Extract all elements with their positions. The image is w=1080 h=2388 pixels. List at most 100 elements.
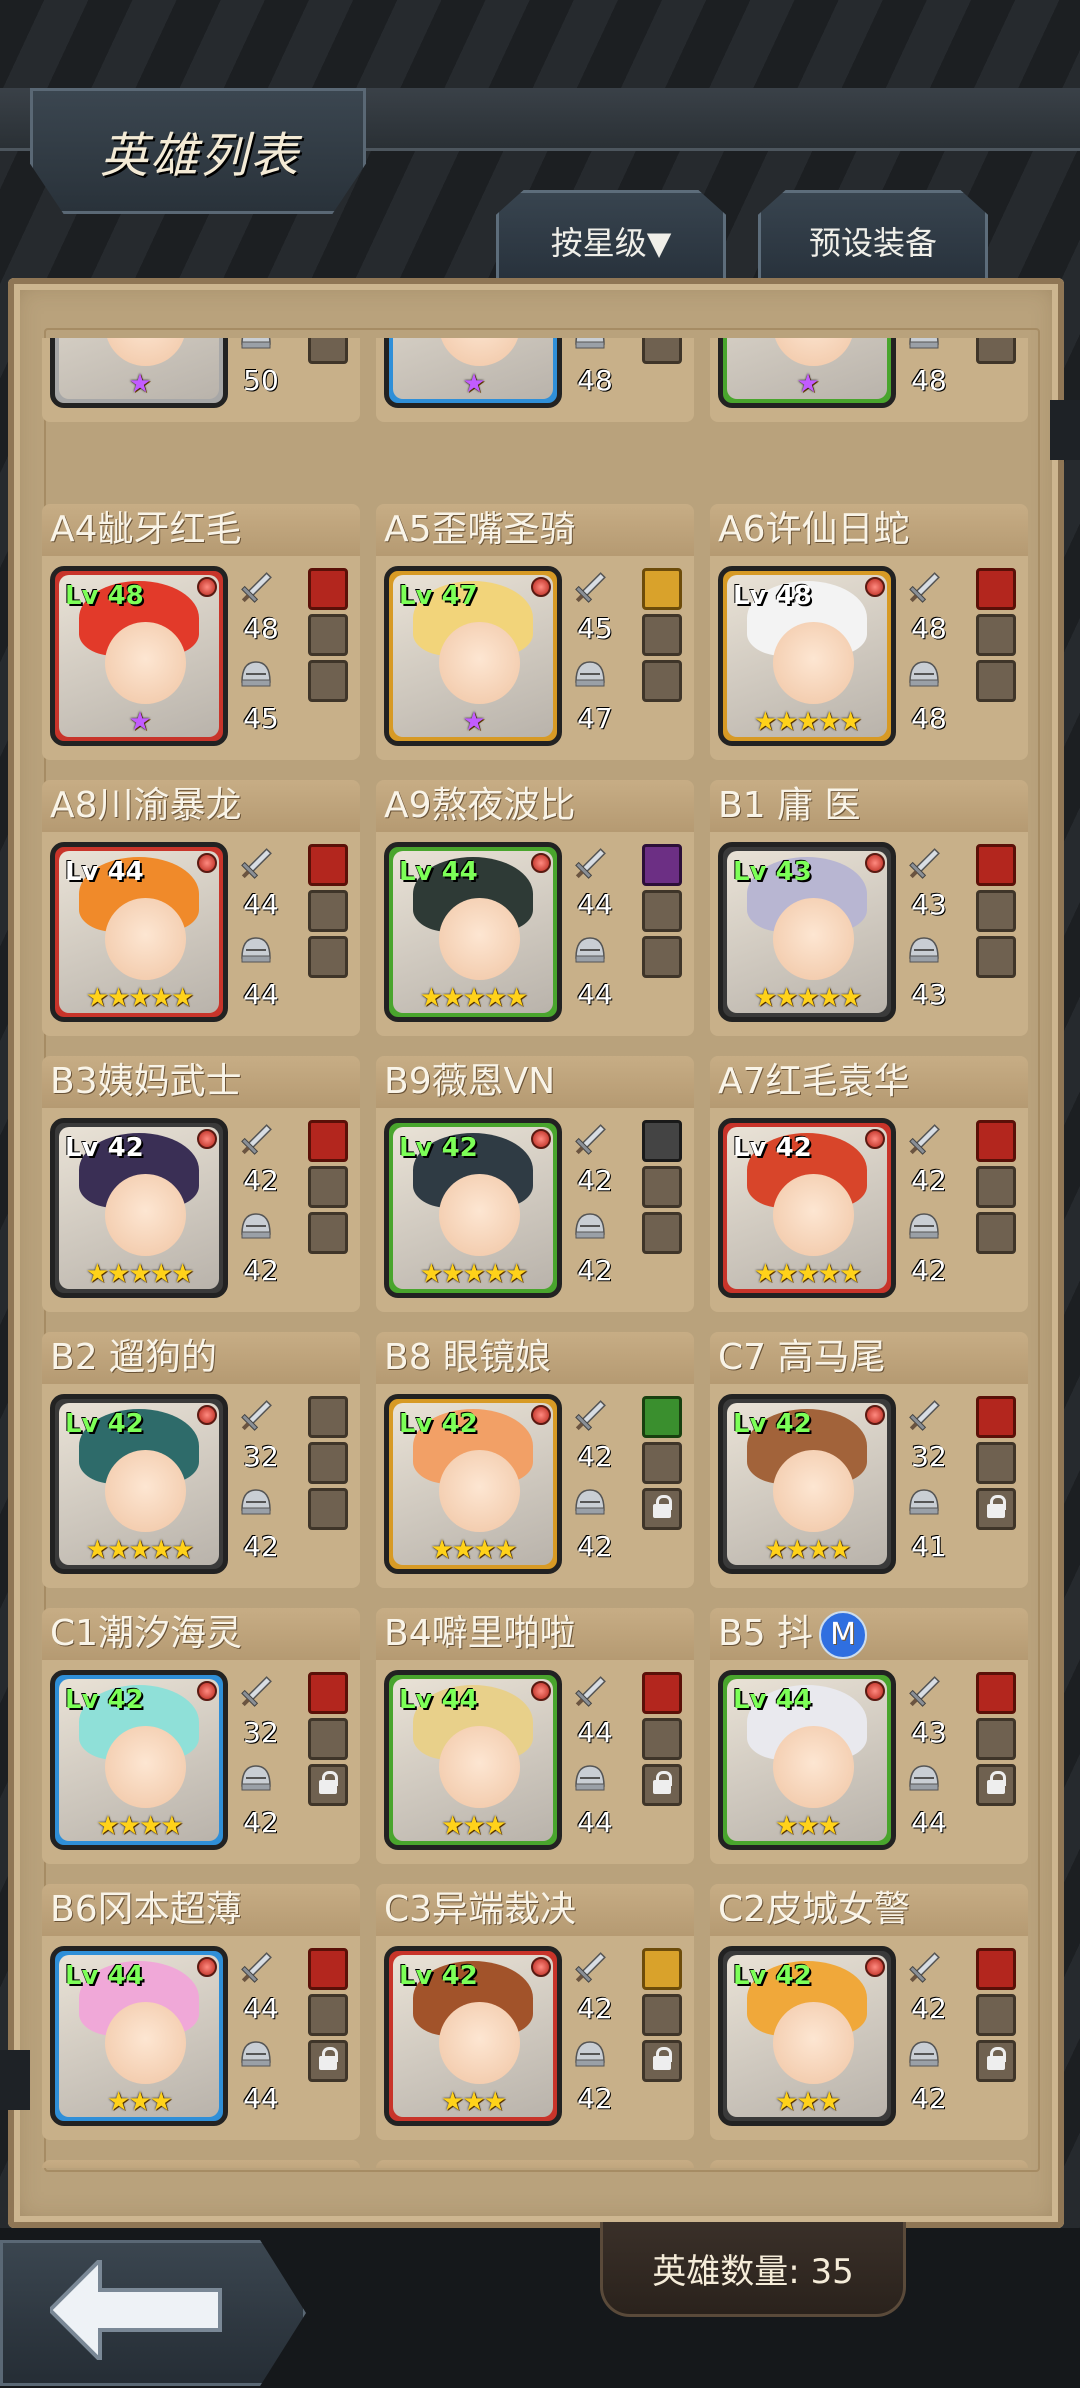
empty-item-slot[interactable] <box>642 1212 682 1254</box>
empty-item-slot[interactable] <box>642 1994 682 2036</box>
hero-card[interactable]: B5 抖 M Lv 44 ★★★ 43 44 <box>710 1608 1028 1864</box>
empty-item-slot[interactable] <box>976 338 1016 364</box>
hero-card-partial[interactable]: ★4848 <box>376 338 694 422</box>
tab-preset-equipment[interactable]: 预设装备 <box>758 190 988 289</box>
empty-item-slot[interactable] <box>976 1442 1016 1484</box>
empty-item-slot[interactable] <box>308 890 348 932</box>
hero-portrait[interactable]: Lv 44 ★★★ <box>384 1670 562 1850</box>
hero-portrait[interactable]: Lv 48 ★★★★★ <box>718 566 896 746</box>
empty-item-slot[interactable] <box>308 660 348 702</box>
hero-card[interactable]: C3异端裁决 Lv 42 ★★★ 42 42 <box>376 1884 694 2140</box>
hero-portrait[interactable]: Lv 44 ★★★★★ <box>50 842 228 1022</box>
equipped-item-slot[interactable] <box>976 1948 1016 1990</box>
hero-card-peek[interactable] <box>42 2160 360 2168</box>
empty-item-slot[interactable] <box>308 1488 348 1530</box>
hero-portrait[interactable]: Lv 42 ★★★★★ <box>384 1118 562 1298</box>
empty-item-slot[interactable] <box>976 890 1016 932</box>
empty-item-slot[interactable] <box>642 936 682 978</box>
empty-item-slot[interactable] <box>308 1396 348 1438</box>
hero-portrait[interactable]: Lv 42 ★★★★ <box>50 1670 228 1850</box>
equipped-item-slot[interactable] <box>642 1948 682 1990</box>
empty-item-slot[interactable] <box>642 890 682 932</box>
hero-portrait[interactable]: Lv 48 ★ <box>50 566 228 746</box>
equipped-item-slot[interactable] <box>308 1672 348 1714</box>
hero-portrait[interactable]: Lv 42 ★★★ <box>718 1946 896 2126</box>
empty-item-slot[interactable] <box>976 614 1016 656</box>
lock-icon[interactable] <box>308 1764 348 1806</box>
equipped-item-slot[interactable] <box>642 568 682 610</box>
empty-item-slot[interactable] <box>642 614 682 656</box>
hero-portrait[interactable]: Lv 42 ★★★ <box>384 1946 562 2126</box>
empty-item-slot[interactable] <box>642 1166 682 1208</box>
hero-card[interactable]: B2 遛狗的 Lv 42 ★★★★★ 32 42 <box>42 1332 360 1588</box>
hero-portrait[interactable]: Lv 44 ★★★ <box>50 1946 228 2126</box>
empty-item-slot[interactable] <box>976 1718 1016 1760</box>
hero-card[interactable]: A4龇牙红毛 Lv 48 ★ 48 45 <box>42 504 360 760</box>
lock-icon[interactable] <box>976 1488 1016 1530</box>
empty-item-slot[interactable] <box>308 1442 348 1484</box>
equipped-item-slot[interactable] <box>642 1672 682 1714</box>
equipped-item-slot[interactable] <box>642 844 682 886</box>
hero-card[interactable]: B6冈本超薄 Lv 44 ★★★ 44 44 <box>42 1884 360 2140</box>
equipped-item-slot[interactable] <box>976 1396 1016 1438</box>
empty-item-slot[interactable] <box>308 1212 348 1254</box>
hero-card[interactable]: B9薇恩VN Lv 42 ★★★★★ 42 42 <box>376 1056 694 1312</box>
empty-item-slot[interactable] <box>308 1994 348 2036</box>
hero-card[interactable]: B3姨妈武士 Lv 42 ★★★★★ 42 42 <box>42 1056 360 1312</box>
empty-item-slot[interactable] <box>976 936 1016 978</box>
equipped-item-slot[interactable] <box>976 1672 1016 1714</box>
equipped-item-slot[interactable] <box>976 1120 1016 1162</box>
empty-item-slot[interactable] <box>642 1442 682 1484</box>
hero-portrait[interactable]: Lv 42 ★★★★ <box>718 1394 896 1574</box>
empty-item-slot[interactable] <box>976 1166 1016 1208</box>
equipped-item-slot[interactable] <box>308 844 348 886</box>
equipped-item-slot[interactable] <box>976 844 1016 886</box>
hero-portrait[interactable]: Lv 44 ★★★ <box>718 1670 896 1850</box>
hero-portrait[interactable]: ★ <box>384 338 562 408</box>
hero-portrait[interactable]: Lv 42 ★★★★★ <box>50 1394 228 1574</box>
lock-icon[interactable] <box>976 2040 1016 2082</box>
hero-portrait[interactable]: ★ <box>50 338 228 408</box>
equipped-item-slot[interactable] <box>308 1120 348 1162</box>
hero-card-partial[interactable]: ★4848 <box>710 338 1028 422</box>
hero-portrait[interactable]: Lv 47 ★ <box>384 566 562 746</box>
equipped-item-slot[interactable] <box>976 568 1016 610</box>
hero-card[interactable]: A5歪嘴圣骑 Lv 47 ★ 45 47 <box>376 504 694 760</box>
hero-card-partial[interactable]: ★5050 <box>42 338 360 422</box>
hero-card[interactable]: C7 高马尾 Lv 42 ★★★★ 32 41 <box>710 1332 1028 1588</box>
hero-card[interactable]: A8川渝暴龙 Lv 44 ★★★★★ 44 44 <box>42 780 360 1036</box>
hero-portrait[interactable]: ★ <box>718 338 896 408</box>
hero-card[interactable]: A7红毛袁华 Lv 42 ★★★★★ 42 42 <box>710 1056 1028 1312</box>
hero-portrait[interactable]: Lv 42 ★★★★★ <box>50 1118 228 1298</box>
lock-icon[interactable] <box>642 1764 682 1806</box>
equipped-item-slot[interactable] <box>308 568 348 610</box>
hero-portrait[interactable]: Lv 43 ★★★★★ <box>718 842 896 1022</box>
hero-card[interactable]: B4噼里啪啦 Lv 44 ★★★ 44 44 <box>376 1608 694 1864</box>
empty-item-slot[interactable] <box>976 1994 1016 2036</box>
hero-portrait[interactable]: Lv 44 ★★★★★ <box>384 842 562 1022</box>
empty-item-slot[interactable] <box>642 338 682 364</box>
tab-sort-by-star[interactable]: 按星级▼ <box>496 190 726 289</box>
hero-portrait[interactable]: Lv 42 ★★★★ <box>384 1394 562 1574</box>
hero-card-peek[interactable] <box>376 2160 694 2168</box>
hero-card[interactable]: B8 眼镜娘 Lv 42 ★★★★ 42 42 <box>376 1332 694 1588</box>
lock-icon[interactable] <box>308 2040 348 2082</box>
hero-card[interactable]: C1潮汐海灵 Lv 42 ★★★★ 32 42 <box>42 1608 360 1864</box>
equipped-item-slot[interactable] <box>642 1120 682 1162</box>
empty-item-slot[interactable] <box>976 660 1016 702</box>
hero-grid[interactable]: ★5050★4848★4848A4龇牙红毛Lv 48★4845A5歪嘴圣骑Lv … <box>40 338 1040 2168</box>
empty-item-slot[interactable] <box>308 1166 348 1208</box>
lock-icon[interactable] <box>976 1764 1016 1806</box>
empty-item-slot[interactable] <box>308 1718 348 1760</box>
hero-card[interactable]: A9熬夜波比 Lv 44 ★★★★★ 44 44 <box>376 780 694 1036</box>
empty-item-slot[interactable] <box>308 614 348 656</box>
hero-card[interactable]: A6许仙日蛇 Lv 48 ★★★★★ 48 48 <box>710 504 1028 760</box>
empty-item-slot[interactable] <box>308 338 348 364</box>
hero-card-peek[interactable] <box>710 2160 1028 2168</box>
empty-item-slot[interactable] <box>642 1718 682 1760</box>
lock-icon[interactable] <box>642 2040 682 2082</box>
hero-portrait[interactable]: Lv 42 ★★★★★ <box>718 1118 896 1298</box>
empty-item-slot[interactable] <box>976 1212 1016 1254</box>
equipped-item-slot[interactable] <box>642 1396 682 1438</box>
equipped-item-slot[interactable] <box>308 1948 348 1990</box>
